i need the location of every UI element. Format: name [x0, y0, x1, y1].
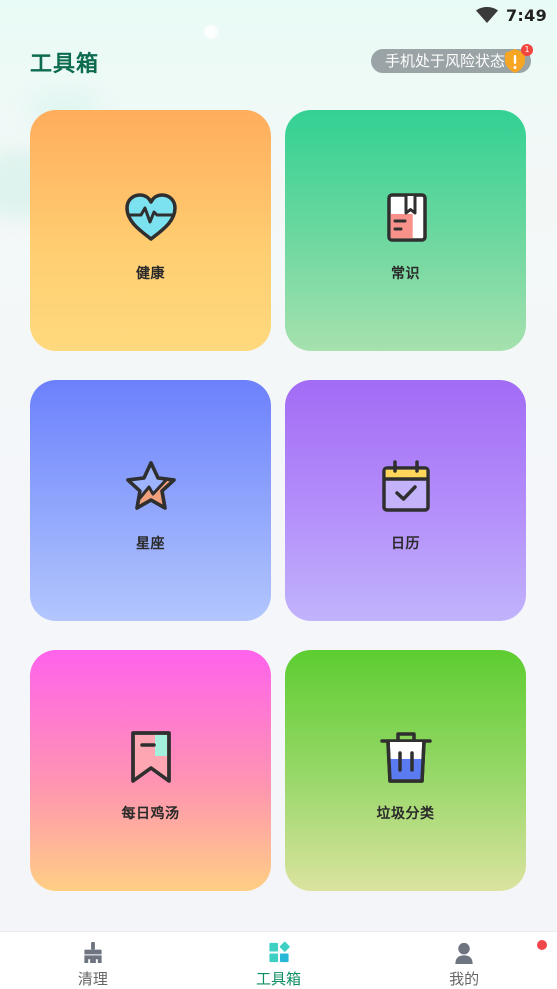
header: 工具箱 手机处于风险状态 1 [0, 44, 557, 80]
bookmark-icon [130, 730, 171, 783]
tool-label: 每日鸡汤 [121, 805, 180, 822]
notification-dot [537, 940, 548, 950]
tool-card-daily-quote[interactable]: 每日鸡汤 [30, 650, 271, 891]
bottom-nav: 清理 工具箱 我的 [0, 931, 557, 989]
status-time: 7:49 [506, 5, 547, 25]
star-icon [125, 460, 176, 510]
heart-pulse-icon [124, 192, 177, 241]
toolbox-icon [268, 941, 290, 963]
tool-card-health[interactable]: 健康 [30, 110, 271, 351]
status-bar: 7:49 [0, 0, 557, 30]
book-icon [386, 192, 427, 242]
risk-status-text: 手机处于风险状态 [384, 52, 505, 70]
tool-label: 星座 [136, 535, 165, 552]
nav-label: 我的 [449, 970, 480, 988]
calendar-check-icon [381, 459, 430, 512]
tool-label: 健康 [136, 265, 165, 282]
tool-card-calendar[interactable]: 日历 [285, 380, 526, 621]
tool-card-garbage-sorting[interactable]: 垃圾分类 [285, 650, 526, 891]
page-title: 工具箱 [30, 52, 100, 77]
tool-card-constellation[interactable]: 星座 [30, 380, 271, 621]
nav-tab-clean[interactable]: 清理 [0, 932, 186, 989]
nav-tab-toolbox[interactable]: 工具箱 [186, 932, 372, 989]
broom-icon [84, 941, 102, 964]
user-icon [455, 942, 473, 964]
nav-label: 清理 [77, 970, 108, 988]
nav-tab-mine[interactable]: 我的 [371, 932, 557, 989]
notification-badge: 1 [521, 44, 533, 56]
tool-card-knowledge[interactable]: 常识 [285, 110, 526, 351]
wifi-icon [476, 7, 498, 23]
nav-label: 工具箱 [256, 970, 302, 988]
tool-label: 常识 [391, 265, 420, 282]
tool-label: 日历 [391, 535, 420, 552]
tool-label: 垃圾分类 [376, 805, 435, 822]
trash-bin-icon [379, 731, 432, 783]
